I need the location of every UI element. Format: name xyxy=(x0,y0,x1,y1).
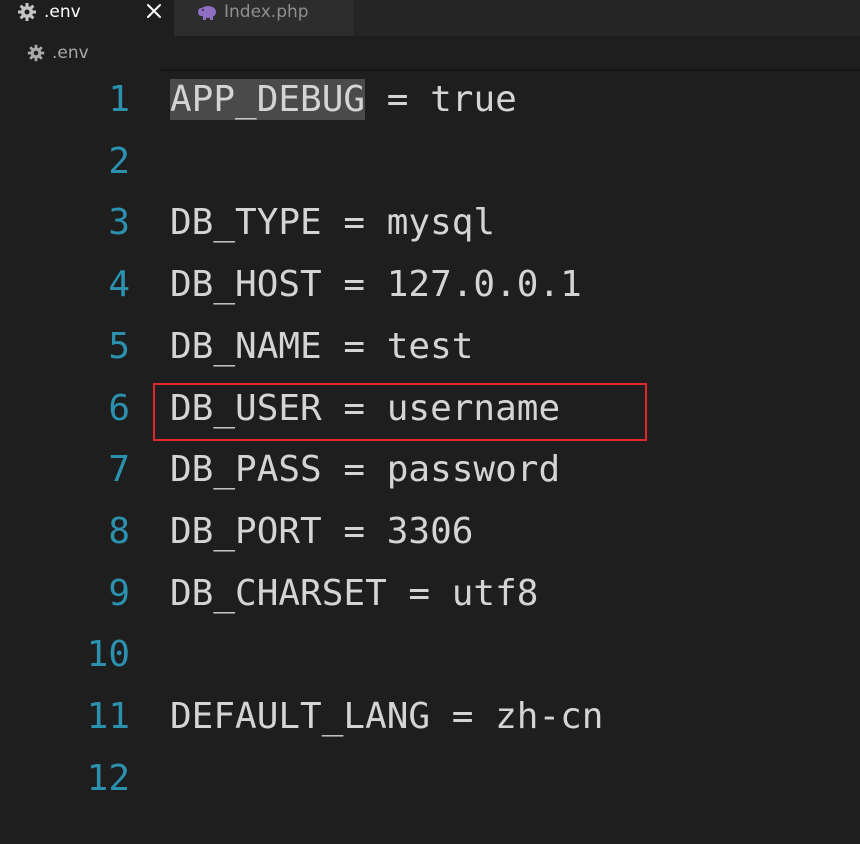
line-code[interactable]: DB_PASS = password xyxy=(170,448,560,492)
line-code[interactable]: DB_CHARSET = utf8 xyxy=(170,572,538,616)
line-number: 9 xyxy=(108,572,130,614)
annotation-highlight-box xyxy=(153,383,647,441)
line-code-rest: = true xyxy=(365,79,517,120)
line-code[interactable]: DB_HOST = 127.0.0.1 xyxy=(170,263,582,307)
php-elephant-icon xyxy=(196,1,218,23)
code-line[interactable]: 9 DB_CHARSET = utf8 xyxy=(0,564,860,626)
tab-index-php[interactable]: Index.php xyxy=(174,0,354,36)
selected-text[interactable]: APP_DEBUG xyxy=(170,79,366,120)
line-code[interactable]: DB_TYPE = mysql xyxy=(170,201,495,245)
code-line[interactable]: 3 DB_TYPE = mysql xyxy=(0,193,860,255)
line-number: 1 xyxy=(108,79,130,120)
line-number: 5 xyxy=(108,325,130,367)
close-icon[interactable] xyxy=(144,0,164,22)
line-number: 10 xyxy=(86,634,130,676)
tab-bar: .env Index.php xyxy=(0,0,860,36)
line-code[interactable]: DB_PORT = 3306 xyxy=(170,510,473,554)
code-editor[interactable]: 1 APP_DEBUG = true 2 3 DB_TYPE = mysql 4… xyxy=(0,70,860,844)
line-number: 4 xyxy=(108,264,130,306)
code-line[interactable]: 7 DB_PASS = password xyxy=(0,440,860,502)
gear-icon xyxy=(16,1,38,23)
line-number: 7 xyxy=(108,449,130,491)
line-number: 11 xyxy=(86,696,130,737)
code-line[interactable]: 11 DEFAULT_LANG = zh-cn xyxy=(0,687,860,749)
line-code[interactable]: DEFAULT_LANG = zh-cn xyxy=(170,695,603,739)
line-number: 3 xyxy=(108,202,130,244)
code-line[interactable]: 4 DB_HOST = 127.0.0.1 xyxy=(0,255,860,317)
line-code[interactable]: APP_DEBUG = true xyxy=(170,78,517,122)
line-number: 6 xyxy=(108,387,130,429)
code-line[interactable]: 12 xyxy=(0,749,860,811)
code-line[interactable]: 1 APP_DEBUG = true xyxy=(0,70,860,132)
tab-label: Index.php xyxy=(224,2,309,22)
tab-env[interactable]: .env xyxy=(0,0,174,36)
line-number: 12 xyxy=(86,757,130,799)
line-number: 2 xyxy=(108,140,130,182)
gear-icon xyxy=(26,43,46,63)
breadcrumb: .env xyxy=(0,36,860,70)
tab-label: .env xyxy=(44,2,81,22)
code-line[interactable]: 5 DB_NAME = test xyxy=(0,317,860,379)
line-code[interactable]: DB_NAME = test xyxy=(170,325,473,369)
breadcrumb-file[interactable]: .env xyxy=(52,41,89,65)
code-line[interactable]: 10 xyxy=(0,625,860,687)
line-number: 8 xyxy=(108,510,130,552)
code-line[interactable]: 2 xyxy=(0,132,860,194)
code-line[interactable]: 8 DB_PORT = 3306 xyxy=(0,502,860,564)
